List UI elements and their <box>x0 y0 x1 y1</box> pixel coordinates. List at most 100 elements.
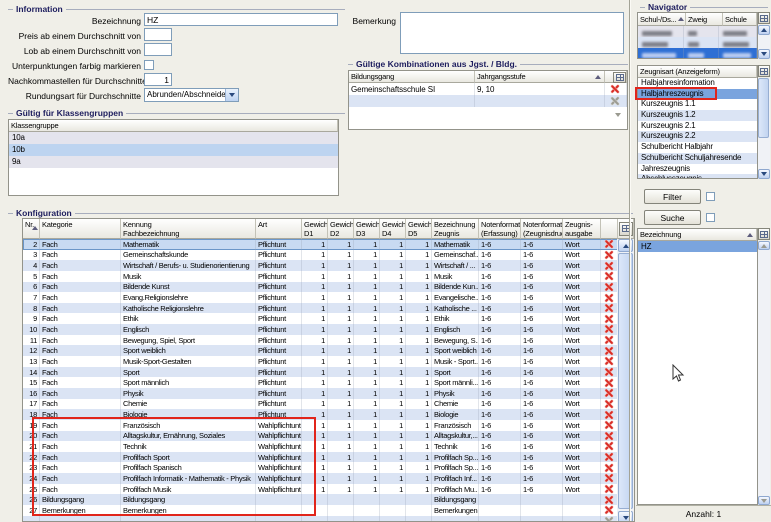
column-header-klassengruppe[interactable]: Klassengruppe <box>9 120 338 132</box>
school-row[interactable] <box>638 48 757 59</box>
bezeichnung-input[interactable] <box>144 13 338 26</box>
zeugnisart-item[interactable]: Kurszeugnis 1.1 <box>638 99 757 110</box>
delete-row-button[interactable] <box>601 356 618 367</box>
konfiguration-row[interactable]: 3FachGemeinschaftskundePflichtunt11111Ge… <box>23 250 634 261</box>
delete-icon[interactable] <box>605 293 614 302</box>
konfiguration-row[interactable]: 19FachFranzösischWahlpflichtunt11111Fran… <box>23 420 634 431</box>
bezeichnung-scrollbar[interactable] <box>758 241 770 505</box>
scroll-up-button[interactable] <box>758 241 770 250</box>
delete-icon[interactable] <box>605 485 614 494</box>
filter-checkbox[interactable] <box>706 192 715 201</box>
konfiguration-row[interactable]: 20FachAlltagskultur, Ernährung, Soziales… <box>23 431 634 442</box>
nachkommastellen-input[interactable] <box>144 73 172 86</box>
column-chooser-button[interactable] <box>758 12 770 24</box>
delete-row-button[interactable] <box>601 313 618 324</box>
column-header[interactable]: Kennung Fachbezeichnung <box>121 219 256 239</box>
konfiguration-row[interactable]: 14FachSportPflichtunt11111Sport1-61-6Wor… <box>23 367 634 378</box>
konfiguration-row[interactable]: 8FachKatholische ReligionslehrePflichtun… <box>23 303 634 314</box>
zeugnisart-item[interactable]: Jahreszeugnis <box>638 164 757 175</box>
delete-row-button[interactable] <box>601 431 618 442</box>
konfiguration-row[interactable]: 10FachEnglischPflichtunt11111Englisch1-6… <box>23 324 634 335</box>
delete-row-button[interactable] <box>601 388 618 399</box>
empty-row[interactable] <box>349 95 627 107</box>
column-header[interactable]: Zeugnis- ausgabe <box>563 219 601 239</box>
delete-icon[interactable] <box>605 261 614 270</box>
konfiguration-row[interactable]: 2FachMathematikPflichtunt11111Mathematik… <box>23 239 634 250</box>
delete-row-button[interactable] <box>601 282 618 293</box>
zeugnisart-item[interactable]: Schulbericht Halbjahr <box>638 142 757 153</box>
delete-icon[interactable] <box>605 453 614 462</box>
suche-button[interactable]: Suche <box>644 210 701 225</box>
column-header[interactable]: Gewicht D1 <box>302 219 328 239</box>
column-header-jahrgangsstufe[interactable]: Jahrgangsstufe <box>475 71 605 83</box>
delete-row-button[interactable] <box>601 367 618 378</box>
delete-icon[interactable] <box>605 399 614 408</box>
column-header-schul-ds[interactable]: Schul-/Ds... <box>638 13 686 26</box>
delete-row-button[interactable] <box>601 462 618 473</box>
zeugnisart-scrollbar[interactable] <box>758 78 770 179</box>
column-header[interactable]: Notenformat (Zeugnisdruck) <box>521 219 563 239</box>
scroll-down-button[interactable] <box>758 49 770 59</box>
scroll-up-button[interactable] <box>758 25 770 35</box>
school-row[interactable] <box>638 37 757 48</box>
delete-icon[interactable] <box>605 389 614 398</box>
column-header[interactable]: Nr. <box>23 219 40 239</box>
konfiguration-row[interactable]: 12FachSport weiblichPflichtunt11111Sport… <box>23 345 634 356</box>
school-scrollbar[interactable] <box>758 25 770 59</box>
column-chooser-button[interactable] <box>613 72 626 83</box>
konfiguration-row[interactable]: 16FachPhysikPflichtunt11111Physik1-61-6W… <box>23 388 634 399</box>
bemerkung-textarea[interactable] <box>400 12 624 54</box>
zeugnisart-item[interactable]: Kurszeugnis 2.1 <box>638 121 757 132</box>
column-header-bezeichnung[interactable]: Bezeichnung <box>638 229 757 241</box>
rundungsart-select[interactable]: Abrunden/Abschneiden <box>144 88 239 102</box>
konfiguration-row[interactable]: 25FachProfilfach MusikWahlpflichtunt1111… <box>23 484 634 495</box>
delete-row-button[interactable] <box>601 505 618 516</box>
delete-row-button[interactable] <box>601 324 618 335</box>
suche-checkbox[interactable] <box>706 213 715 222</box>
delete-row-button[interactable] <box>605 83 627 95</box>
konfiguration-row[interactable]: 24FachProfilfach Informatik - Mathematik… <box>23 473 634 484</box>
delete-icon[interactable] <box>605 282 614 291</box>
delete-icon[interactable] <box>605 250 614 259</box>
bezeichnung-row[interactable]: HZ <box>638 241 757 252</box>
delete-row-button[interactable] <box>601 409 618 420</box>
klassengruppe-row[interactable]: 9a <box>9 156 338 168</box>
delete-row-button[interactable] <box>601 345 618 356</box>
column-header-zweig[interactable]: Zweig <box>686 13 723 26</box>
delete-icon[interactable] <box>605 474 614 483</box>
delete-icon[interactable] <box>605 410 614 419</box>
delete-row-button[interactable] <box>601 335 618 346</box>
delete-row-button[interactable] <box>601 260 618 271</box>
delete-icon[interactable] <box>605 442 614 451</box>
klassengruppe-row[interactable]: 10b <box>9 144 338 156</box>
konfiguration-row[interactable]: 21FachTechnikWahlpflichtunt11111Technik1… <box>23 441 634 452</box>
delete-icon[interactable] <box>605 463 614 472</box>
scroll-down-icon[interactable] <box>615 117 621 127</box>
zeugnisart-item[interactable]: Halbjahreszeugnis <box>638 89 757 100</box>
zeugnisart-item[interactable]: Kurszeugnis 2.2 <box>638 131 757 142</box>
delete-icon[interactable] <box>605 272 614 281</box>
column-header[interactable]: Bezeichnung Zeugnis <box>432 219 479 239</box>
delete-icon[interactable] <box>611 85 620 94</box>
konfiguration-row[interactable]: 15FachSport männlichPflichtunt11111Sport… <box>23 377 634 388</box>
delete-icon[interactable] <box>605 431 614 440</box>
konfiguration-row[interactable]: 27BemerkungenBemerkungenBemerkungen <box>23 505 634 516</box>
konfiguration-row[interactable]: 18FachBiologiePflichtunt11111Biologie1-6… <box>23 409 634 420</box>
delete-icon[interactable] <box>605 240 614 249</box>
column-header[interactable]: Gewicht D5 <box>406 219 432 239</box>
scrollbar-thumb[interactable] <box>758 78 769 138</box>
delete-icon[interactable] <box>605 378 614 387</box>
filter-button[interactable]: Filter <box>644 189 701 204</box>
konfiguration-row[interactable]: 6FachBildende KunstPflichtunt11111Bilden… <box>23 282 634 293</box>
konfiguration-row[interactable]: 11FachBewegung, Spiel, SportPflichtunt11… <box>23 335 634 346</box>
delete-row-button[interactable] <box>601 420 618 431</box>
konfiguration-row[interactable]: 13FachMusik-Sport-GestaltenPflichtunt111… <box>23 356 634 367</box>
column-header-bildungsgang[interactable]: Bildungsgang <box>349 71 475 83</box>
column-chooser-button[interactable] <box>758 65 770 77</box>
column-header[interactable]: Art <box>256 219 302 239</box>
school-row[interactable] <box>638 26 757 37</box>
column-header[interactable]: Gewicht D2 <box>328 219 354 239</box>
delete-row-button[interactable] <box>601 292 618 303</box>
zeugnisart-item[interactable]: Kurszeugnis 1.2 <box>638 110 757 121</box>
zeugnisart-item[interactable]: Abschlusszeugnis <box>638 174 757 179</box>
